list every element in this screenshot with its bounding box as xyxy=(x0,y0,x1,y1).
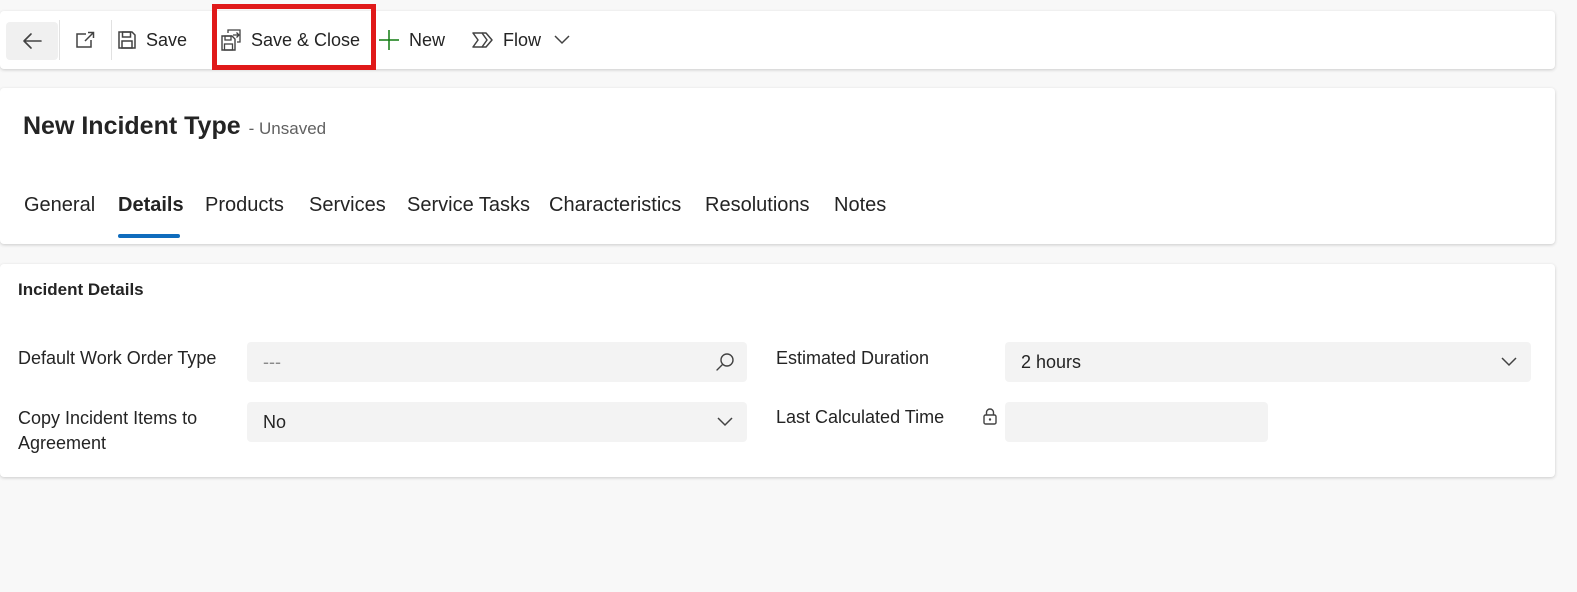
flow-icon xyxy=(472,32,493,48)
open-in-new-window-icon xyxy=(76,31,95,48)
save-and-close-label: Save & Close xyxy=(251,29,361,50)
search-icon[interactable] xyxy=(713,350,737,374)
save-and-close-icon xyxy=(221,29,241,51)
form-header: New Incident Type - Unsaved General Deta… xyxy=(0,88,1555,244)
chevron-down-icon xyxy=(554,35,570,45)
tab-service-tasks[interactable]: Service Tasks xyxy=(407,194,530,217)
estimated-duration-label: Estimated Duration xyxy=(776,348,930,368)
flow-label: Flow xyxy=(503,29,542,50)
back-button[interactable] xyxy=(6,22,58,60)
estimated-duration-select[interactable]: 2 hours xyxy=(1005,342,1531,382)
open-in-new-window-button[interactable] xyxy=(60,11,110,69)
copy-incident-items-value: No xyxy=(263,411,287,432)
tab-characteristics[interactable]: Characteristics xyxy=(549,194,681,217)
flow-dropdown-button[interactable] xyxy=(551,11,573,69)
default-work-order-type-label: Default Work Order Type xyxy=(18,348,217,368)
command-bar: Save Save & Close New Flow xyxy=(0,11,1555,69)
divider xyxy=(111,20,112,60)
copy-incident-items-label: Copy Incident Items to Agreement xyxy=(18,408,198,453)
tab-details[interactable]: Details xyxy=(118,194,184,217)
floppy-disk-icon xyxy=(118,31,136,49)
section-title: Incident Details xyxy=(18,280,144,299)
save-status: - Unsaved xyxy=(248,119,327,138)
tab-resolutions[interactable]: Resolutions xyxy=(705,194,810,217)
new-label: New xyxy=(409,29,446,50)
tab-notes[interactable]: Notes xyxy=(834,194,886,217)
copy-incident-items-select[interactable]: No xyxy=(247,402,747,442)
save-button[interactable]: Save xyxy=(117,11,187,69)
flow-button[interactable]: Flow xyxy=(472,11,541,69)
last-calculated-time-label: Last Calculated Time xyxy=(776,407,945,427)
active-tab-indicator xyxy=(118,234,180,238)
arrow-left-icon xyxy=(23,33,42,49)
tab-general[interactable]: General xyxy=(24,194,95,217)
new-button[interactable]: New xyxy=(378,11,445,69)
plus-icon xyxy=(379,30,399,50)
incident-details-section: Incident Details Default Work Order Type… xyxy=(0,264,1555,477)
tab-products[interactable]: Products xyxy=(205,194,284,217)
chevron-down-icon xyxy=(713,410,737,434)
estimated-duration-value: 2 hours xyxy=(1021,351,1082,372)
default-work-order-type-value: --- xyxy=(263,351,281,372)
last-calculated-time-field xyxy=(1005,402,1268,442)
default-work-order-type-field[interactable]: --- xyxy=(247,342,747,382)
save-label: Save xyxy=(146,29,188,50)
save-and-close-button[interactable]: Save & Close xyxy=(212,11,360,69)
tab-services[interactable]: Services xyxy=(309,194,386,217)
lock-icon xyxy=(983,408,997,425)
chevron-down-icon xyxy=(1497,350,1521,374)
page-title: New Incident Type xyxy=(23,112,241,140)
title-row: New Incident Type - Unsaved xyxy=(23,112,326,141)
